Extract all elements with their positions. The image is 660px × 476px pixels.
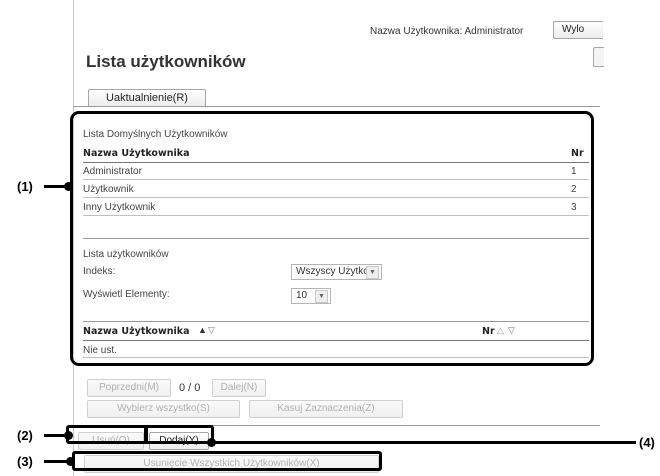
callout-3-label: (3)	[17, 454, 33, 469]
callout-3-dot	[66, 457, 75, 466]
logged-in-user-label: Nazwa Użytkownika: Administrator	[370, 26, 524, 37]
header-divider	[73, 106, 600, 107]
callout-2-frame	[66, 425, 148, 444]
callout-3-frame	[72, 451, 382, 471]
next-page-button[interactable]: Dalej(N)	[212, 379, 266, 397]
callout-1-label: (1)	[17, 179, 33, 194]
select-all-button[interactable]: Wybierz wszystko(S)	[87, 400, 240, 418]
callout-2-dot	[64, 431, 73, 440]
callout-4-dot	[207, 438, 216, 447]
clear-selection-button[interactable]: Kasuj Zaznaczenia(Z)	[249, 400, 403, 418]
callout-4-label: (4)	[639, 435, 655, 450]
callout-2-label: (2)	[17, 428, 33, 443]
page-counter: 0 / 0	[179, 382, 201, 394]
top-right-button[interactable]	[593, 47, 604, 67]
callout-1-dot	[64, 182, 73, 191]
callout-4-leader	[212, 441, 636, 444]
page-title: Lista użytkowników	[86, 52, 246, 71]
callout-1-frame	[70, 111, 594, 366]
logout-button[interactable]: Wylo	[553, 21, 603, 39]
prev-page-button[interactable]: Poprzedni(M)	[87, 379, 171, 397]
callout-4-frame	[144, 425, 214, 444]
update-button[interactable]: Uaktualnienie(R)	[88, 89, 206, 107]
